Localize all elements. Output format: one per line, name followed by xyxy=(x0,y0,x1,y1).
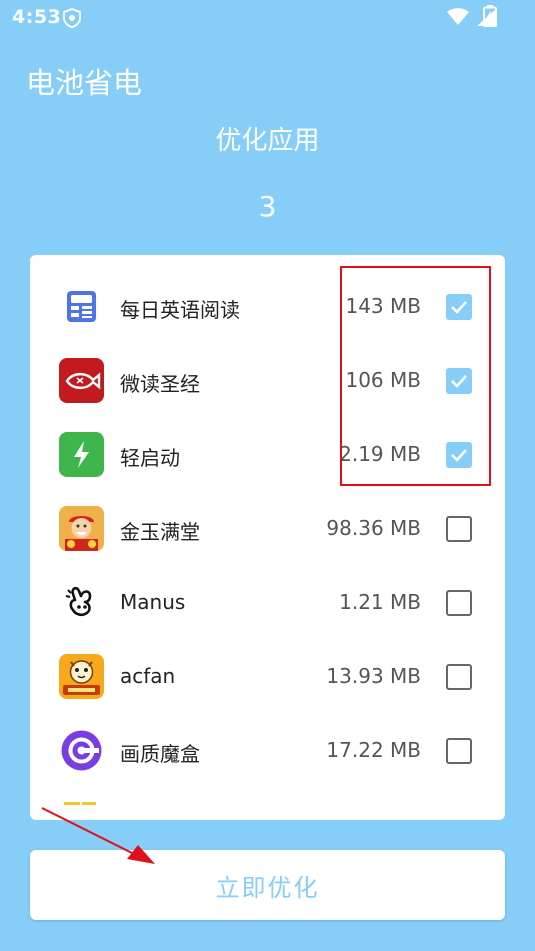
app-size: 98.36 MB xyxy=(326,516,421,540)
status-time: 4:53 xyxy=(12,6,62,28)
app-checkbox[interactable] xyxy=(446,664,472,690)
app-name: 轻启动 xyxy=(120,446,180,470)
fish-icon xyxy=(59,358,104,403)
shield-icon xyxy=(63,8,81,28)
app-name: 画质魔盒 xyxy=(120,742,200,766)
tiger-icon xyxy=(59,654,104,699)
calculator-icon xyxy=(59,284,104,329)
list-item[interactable]: 金玉满堂 98.36 MB xyxy=(30,492,505,566)
battery-charging-icon xyxy=(483,5,497,27)
optimize-button[interactable]: 立即优化 xyxy=(30,850,505,920)
list-item[interactable]: 画质魔盒 17.22 MB xyxy=(30,714,505,788)
selected-count: 3 xyxy=(258,190,277,223)
list-item[interactable]: acfan 13.93 MB xyxy=(30,640,505,714)
section-title: 优化应用 xyxy=(215,126,320,156)
app-name: 每日英语阅读 xyxy=(120,298,240,322)
list-item[interactable]: Manus 1.21 MB xyxy=(30,566,505,640)
lightning-icon xyxy=(59,432,104,477)
app-size: 13.93 MB xyxy=(326,664,421,688)
app-name: 微读圣经 xyxy=(120,372,200,396)
app-name: Manus xyxy=(120,590,186,614)
fortune-god-icon xyxy=(59,506,104,551)
app-title: 电池省电 xyxy=(26,66,143,100)
app-checkbox[interactable] xyxy=(446,590,472,616)
app-checkbox[interactable] xyxy=(446,738,472,764)
app-name: 金玉满堂 xyxy=(120,520,200,544)
app-size: 1.21 MB xyxy=(339,590,421,614)
app-name: acfan xyxy=(120,664,176,688)
list-item-partial xyxy=(64,802,96,805)
hand-icon xyxy=(59,580,104,625)
annotation-highlight-box xyxy=(340,266,491,486)
status-bar: 4:53 xyxy=(0,0,535,36)
camera-ring-icon xyxy=(59,728,104,773)
wifi-icon xyxy=(447,8,469,25)
app-checkbox[interactable] xyxy=(446,516,472,542)
app-size: 17.22 MB xyxy=(326,738,421,762)
